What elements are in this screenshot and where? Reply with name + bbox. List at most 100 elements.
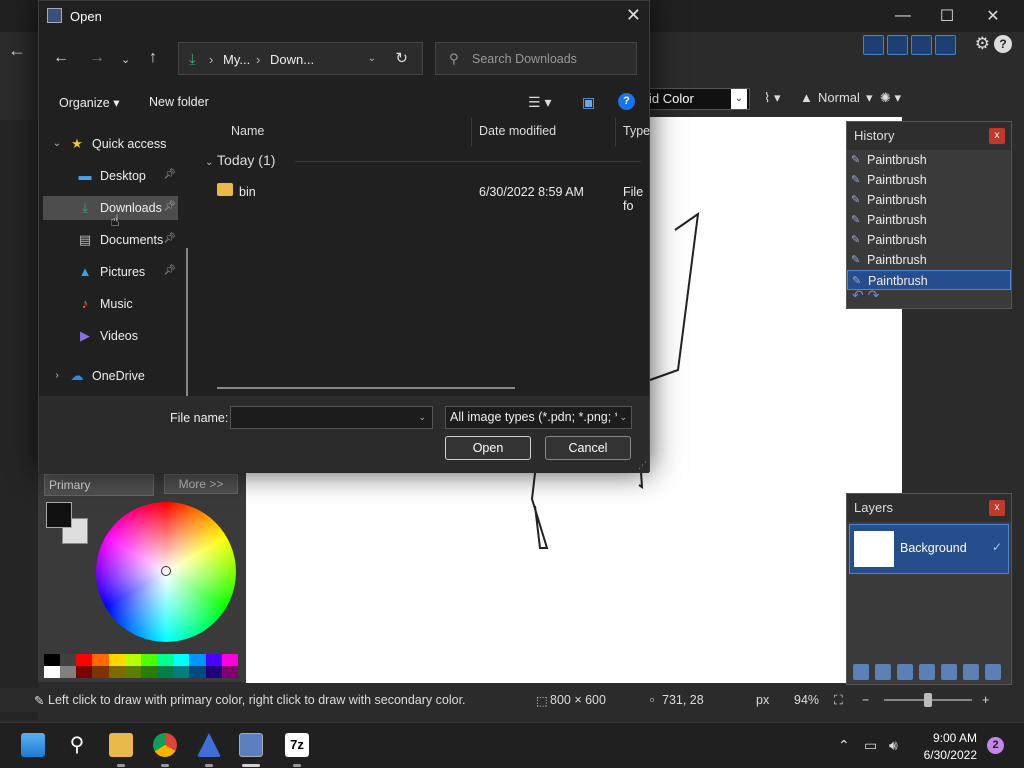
minimize-icon[interactable]: — xyxy=(880,0,926,32)
breadcrumb-segment[interactable]: Down... xyxy=(270,52,314,67)
paint-net-alt-icon[interactable] xyxy=(197,733,221,757)
zoom-to-window-icon[interactable]: ⛶ xyxy=(834,693,843,708)
move-down-icon[interactable] xyxy=(963,664,979,680)
group-header[interactable]: ⌄ Today (1) xyxy=(205,152,275,168)
layer-visible-check-icon[interactable]: ✓ xyxy=(992,540,1002,554)
move-up-icon[interactable] xyxy=(941,664,957,680)
palette-swatch[interactable] xyxy=(140,654,158,666)
7zip-icon[interactable]: 7z xyxy=(285,733,309,757)
chrome-icon[interactable] xyxy=(153,733,177,757)
palette-swatch[interactable] xyxy=(108,666,125,678)
undo-redo-icons[interactable]: ↶ ↷ xyxy=(852,287,879,304)
primary-color-swatch[interactable] xyxy=(46,502,72,528)
cancel-button[interactable]: Cancel xyxy=(545,436,631,460)
up-icon[interactable]: ↑ xyxy=(149,49,157,67)
blend-mode-select[interactable]: Normal xyxy=(818,90,860,105)
chevron-down-icon[interactable]: ▾ xyxy=(866,90,873,106)
column-type[interactable]: Type xyxy=(623,124,650,138)
chevron-down-icon[interactable]: ⌄ xyxy=(368,53,376,64)
clock-date[interactable]: 6/30/2022 xyxy=(911,748,977,762)
palette-swatch[interactable] xyxy=(189,654,206,666)
chevron-right-icon[interactable]: › xyxy=(49,368,65,384)
address-bar[interactable]: ⤓ › My... › Down... ⌄ ↻ xyxy=(178,42,423,75)
chevron-up-icon[interactable]: ⌃ xyxy=(838,737,850,754)
nav-quick-access[interactable]: ⌄ ★ Quick access xyxy=(43,132,178,156)
palette-swatch[interactable] xyxy=(205,666,222,678)
chevron-down-icon[interactable]: ⌄ xyxy=(49,136,65,152)
file-name-combobox[interactable]: ⌄ xyxy=(230,406,433,429)
clock-time[interactable]: 9:00 AM xyxy=(921,731,977,745)
breadcrumb-segment[interactable]: My... xyxy=(223,52,250,67)
palette-swatch[interactable] xyxy=(60,654,77,666)
back-icon[interactable]: ← xyxy=(53,49,69,67)
zoom-in-icon[interactable]: + xyxy=(982,693,989,707)
close-icon[interactable]: x xyxy=(989,128,1005,144)
back-arrow-icon[interactable]: ← xyxy=(8,40,32,64)
selection-mode-icon[interactable]: ✺ ▾ xyxy=(880,90,901,106)
close-icon[interactable]: ✕ xyxy=(626,5,641,26)
unit-select[interactable]: px xyxy=(756,693,769,707)
nav-item-desktop[interactable]: ▬ Desktop 📌︎ xyxy=(43,164,178,188)
paint-net-icon[interactable] xyxy=(239,733,263,757)
history-item[interactable]: ✎ Paintbrush xyxy=(847,190,1011,210)
tools-window-icon[interactable] xyxy=(863,35,884,55)
color-wheel-marker[interactable] xyxy=(161,566,171,576)
file-name-input[interactable] xyxy=(231,407,411,428)
organize-button[interactable]: Organize ▾ xyxy=(59,95,119,110)
nav-item-documents[interactable]: ▤ Documents 📌︎ xyxy=(43,228,178,252)
history-item[interactable]: ✎ Paintbrush xyxy=(847,170,1011,190)
primary-secondary-select[interactable]: Primary xyxy=(44,474,154,496)
palette-swatch[interactable] xyxy=(76,654,93,666)
open-button[interactable]: Open xyxy=(445,436,531,460)
file-type-filter[interactable]: All image types (*.pdn; *.png; * ⌄ xyxy=(445,406,632,429)
palette-swatch[interactable] xyxy=(76,666,93,678)
duplicate-layer-icon[interactable] xyxy=(897,664,913,680)
preview-pane-icon[interactable]: ▣ xyxy=(582,94,595,111)
nav-onedrive[interactable]: › ☁ OneDrive xyxy=(43,364,178,388)
column-separator[interactable] xyxy=(615,118,616,146)
layer-properties-icon[interactable] xyxy=(985,664,1001,680)
delete-layer-icon[interactable] xyxy=(875,664,891,680)
help-icon[interactable]: ? xyxy=(994,35,1012,53)
network-icon[interactable]: ▭ xyxy=(864,737,877,754)
search-input[interactable] xyxy=(472,50,632,68)
palette-swatch[interactable] xyxy=(44,666,61,678)
maximize-icon[interactable]: ☐ xyxy=(924,0,970,32)
nav-item-pictures[interactable]: ▲ Pictures 📌︎ xyxy=(43,260,178,284)
palette-swatch[interactable] xyxy=(124,654,141,666)
zoom-value[interactable]: 94% xyxy=(794,693,819,707)
recent-locations-icon[interactable]: ⌄ xyxy=(121,53,130,66)
new-folder-button[interactable]: New folder xyxy=(149,95,209,109)
history-item[interactable]: ✎ Paintbrush xyxy=(847,250,1011,270)
search-box[interactable]: ⚲ xyxy=(435,42,637,75)
history-window-icon[interactable] xyxy=(887,35,908,55)
merge-down-icon[interactable] xyxy=(919,664,935,680)
help-icon[interactable]: ? xyxy=(618,93,635,110)
history-item[interactable]: ✎ Paintbrush xyxy=(847,150,1011,170)
search-icon[interactable]: ⚲ xyxy=(65,733,89,757)
palette-swatch[interactable] xyxy=(92,666,109,678)
horizontal-scrollbar[interactable] xyxy=(217,387,515,389)
chevron-down-icon[interactable]: ⌄ xyxy=(418,412,426,423)
antialias-icon[interactable]: ⌇ ▾ xyxy=(764,90,781,106)
notification-badge[interactable]: 2 xyxy=(987,737,1004,754)
fill-mode-select[interactable]: id Color ⌄ xyxy=(648,88,750,110)
palette-swatch[interactable] xyxy=(44,654,61,666)
file-explorer-icon[interactable] xyxy=(109,733,133,757)
palette-swatch[interactable] xyxy=(124,666,141,678)
palette-swatch[interactable] xyxy=(173,666,190,678)
layers-window-icon[interactable] xyxy=(911,35,932,55)
zoom-out-icon[interactable]: − xyxy=(862,693,869,707)
palette-swatch[interactable] xyxy=(173,654,190,666)
column-separator[interactable] xyxy=(471,118,472,146)
palette-swatch[interactable] xyxy=(157,666,174,678)
refresh-icon[interactable]: ↻ xyxy=(395,49,408,67)
add-layer-icon[interactable] xyxy=(853,664,869,680)
palette-swatch[interactable] xyxy=(189,666,206,678)
palette-swatch[interactable] xyxy=(221,666,238,678)
history-item[interactable]: ✎ Paintbrush xyxy=(847,210,1011,230)
volume-icon[interactable]: 🔊︎ xyxy=(889,737,898,754)
palette-swatch[interactable] xyxy=(140,666,158,678)
close-icon[interactable]: x xyxy=(989,500,1005,516)
history-item[interactable]: ✎ Paintbrush xyxy=(847,230,1011,250)
